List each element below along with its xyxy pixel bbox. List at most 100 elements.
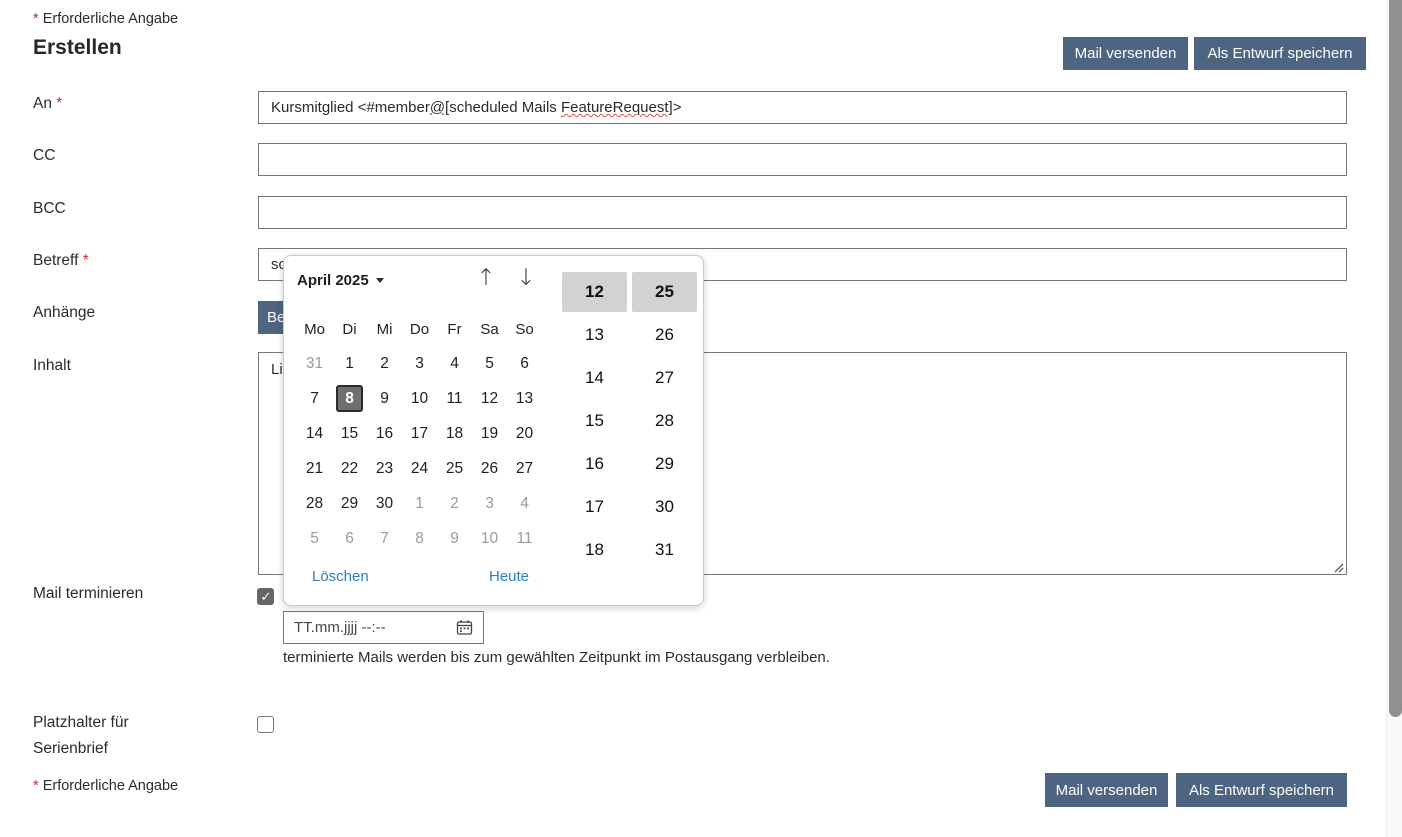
- calendar-day[interactable]: 14: [297, 416, 332, 451]
- calendar-day[interactable]: 27: [507, 451, 542, 486]
- calendar-day[interactable]: 23: [367, 451, 402, 486]
- calendar-day[interactable]: 9: [437, 521, 472, 556]
- minute-option[interactable]: 31: [632, 530, 697, 570]
- calendar-day[interactable]: 1: [332, 346, 367, 381]
- send-mail-button-bottom[interactable]: Mail versenden: [1045, 773, 1168, 807]
- minute-option[interactable]: 30: [632, 487, 697, 527]
- calendar-day[interactable]: 11: [507, 521, 542, 556]
- calendar-day[interactable]: 29: [332, 486, 367, 521]
- scrollbar-track[interactable]: [1386, 0, 1402, 837]
- calendar-day[interactable]: 21: [297, 451, 332, 486]
- calendar-day[interactable]: 1: [402, 486, 437, 521]
- required-note-top: * Erforderliche Angabe: [33, 11, 178, 27]
- month-year-dropdown[interactable]: April 2025: [297, 272, 384, 289]
- an-value-part1: Kursmitglied <#member: [271, 99, 430, 116]
- terminieren-help-text: terminierte Mails werden bis zum gewählt…: [283, 649, 830, 666]
- an-input[interactable]: Kursmitglied <#member@[scheduled Mails F…: [258, 91, 1347, 124]
- calendar-day[interactable]: 26: [472, 451, 507, 486]
- calendar-day[interactable]: 8: [332, 381, 367, 416]
- minute-option[interactable]: 26: [632, 315, 697, 355]
- calendar-day[interactable]: 2: [437, 486, 472, 521]
- calendar-day[interactable]: 19: [472, 416, 507, 451]
- chevron-down-icon: [376, 278, 384, 283]
- weekday-label: So: [507, 314, 542, 344]
- calendar-day[interactable]: 6: [507, 346, 542, 381]
- hour-option[interactable]: 15: [562, 401, 627, 441]
- calendar-day[interactable]: 17: [402, 416, 437, 451]
- platzhalter-label: Platzhalter für Serienbrief: [33, 710, 198, 762]
- minute-option[interactable]: 29: [632, 444, 697, 484]
- hour-option[interactable]: 18: [562, 530, 627, 570]
- hour-option[interactable]: 12: [562, 272, 627, 312]
- calendar-day[interactable]: 22: [332, 451, 367, 486]
- mail-create-page: * Erforderliche Angabe Erstellen Mail ve…: [0, 0, 1402, 837]
- mail-terminieren-checkbox[interactable]: [257, 588, 274, 605]
- calendar-day[interactable]: 7: [367, 521, 402, 556]
- calendar-day[interactable]: 2: [367, 346, 402, 381]
- calendar-day[interactable]: 18: [437, 416, 472, 451]
- calendar-day[interactable]: 28: [297, 486, 332, 521]
- minute-option[interactable]: 25: [632, 272, 697, 312]
- minute-option[interactable]: 28: [632, 401, 697, 441]
- hour-option[interactable]: 14: [562, 358, 627, 398]
- calendar-day[interactable]: 20: [507, 416, 542, 451]
- calendar-day[interactable]: 24: [402, 451, 437, 486]
- weekday-row: MoDiMiDoFrSaSo: [297, 314, 542, 344]
- calendar-day[interactable]: 4: [507, 486, 542, 521]
- calendar-day[interactable]: 10: [402, 381, 437, 416]
- calendar-day[interactable]: 6: [332, 521, 367, 556]
- calendar-day[interactable]: 12: [472, 381, 507, 416]
- calendar-day[interactable]: 3: [402, 346, 437, 381]
- calendar-day[interactable]: 9: [367, 381, 402, 416]
- weekday-label: Fr: [437, 314, 472, 344]
- inhalt-label: Inhalt: [33, 356, 71, 376]
- hour-option[interactable]: 16: [562, 444, 627, 484]
- hour-option[interactable]: 13: [562, 315, 627, 355]
- resize-handle-icon[interactable]: [1332, 560, 1344, 572]
- weekday-label: Di: [332, 314, 367, 344]
- bcc-input[interactable]: [258, 196, 1347, 229]
- calendar-day[interactable]: 5: [297, 521, 332, 556]
- minute-column: 25262728293031: [632, 272, 697, 570]
- calendar-day[interactable]: 7: [297, 381, 332, 416]
- calendar-day[interactable]: 30: [367, 486, 402, 521]
- an-value-part3: scheduled Mails: [449, 99, 561, 116]
- schedule-date-input[interactable]: TT.mm.jjjj --:--: [283, 611, 484, 644]
- save-draft-button-top[interactable]: Als Entwurf speichern: [1194, 37, 1366, 70]
- calendar-day[interactable]: 25: [437, 451, 472, 486]
- clear-date-link[interactable]: Löschen: [312, 568, 369, 585]
- betreff-label: Betreff *: [33, 251, 89, 271]
- calendar-day[interactable]: 4: [437, 346, 472, 381]
- cc-input[interactable]: [258, 143, 1347, 176]
- calendar-day[interactable]: 15: [332, 416, 367, 451]
- minute-option[interactable]: 27: [632, 358, 697, 398]
- calendar-day[interactable]: 10: [472, 521, 507, 556]
- calendar-day[interactable]: 11: [437, 381, 472, 416]
- hour-option[interactable]: 17: [562, 487, 627, 527]
- calendar-day[interactable]: 16: [367, 416, 402, 451]
- send-mail-button-top[interactable]: Mail versenden: [1063, 37, 1188, 70]
- terminieren-label: Mail terminieren: [33, 584, 143, 604]
- next-month-arrow-icon[interactable]: ↓: [512, 265, 540, 291]
- weekday-label: Mi: [367, 314, 402, 344]
- calendar-day[interactable]: 3: [472, 486, 507, 521]
- platzhalter-checkbox[interactable]: [257, 716, 274, 733]
- calendar-day[interactable]: 13: [507, 381, 542, 416]
- page-title: Erstellen: [33, 36, 122, 60]
- date-placeholder: TT.mm.jjjj --:--: [294, 619, 456, 636]
- required-asterisk: *: [33, 11, 39, 27]
- calendar-icon[interactable]: [456, 619, 473, 636]
- an-value-part5: >: [673, 99, 682, 116]
- calendar-day[interactable]: 8: [402, 521, 437, 556]
- weekday-label: Sa: [472, 314, 507, 344]
- today-link[interactable]: Heute: [489, 568, 529, 585]
- scrollbar-thumb[interactable]: [1389, 0, 1402, 717]
- weekday-label: Do: [402, 314, 437, 344]
- calendar-day[interactable]: 31: [297, 346, 332, 381]
- save-draft-button-bottom[interactable]: Als Entwurf speichern: [1176, 773, 1347, 807]
- calendar-day[interactable]: 5: [472, 346, 507, 381]
- hour-column: 12131415161718: [562, 272, 627, 570]
- previous-month-arrow-icon[interactable]: ↑: [472, 265, 500, 291]
- weekday-label: Mo: [297, 314, 332, 344]
- bcc-label: BCC: [33, 199, 66, 219]
